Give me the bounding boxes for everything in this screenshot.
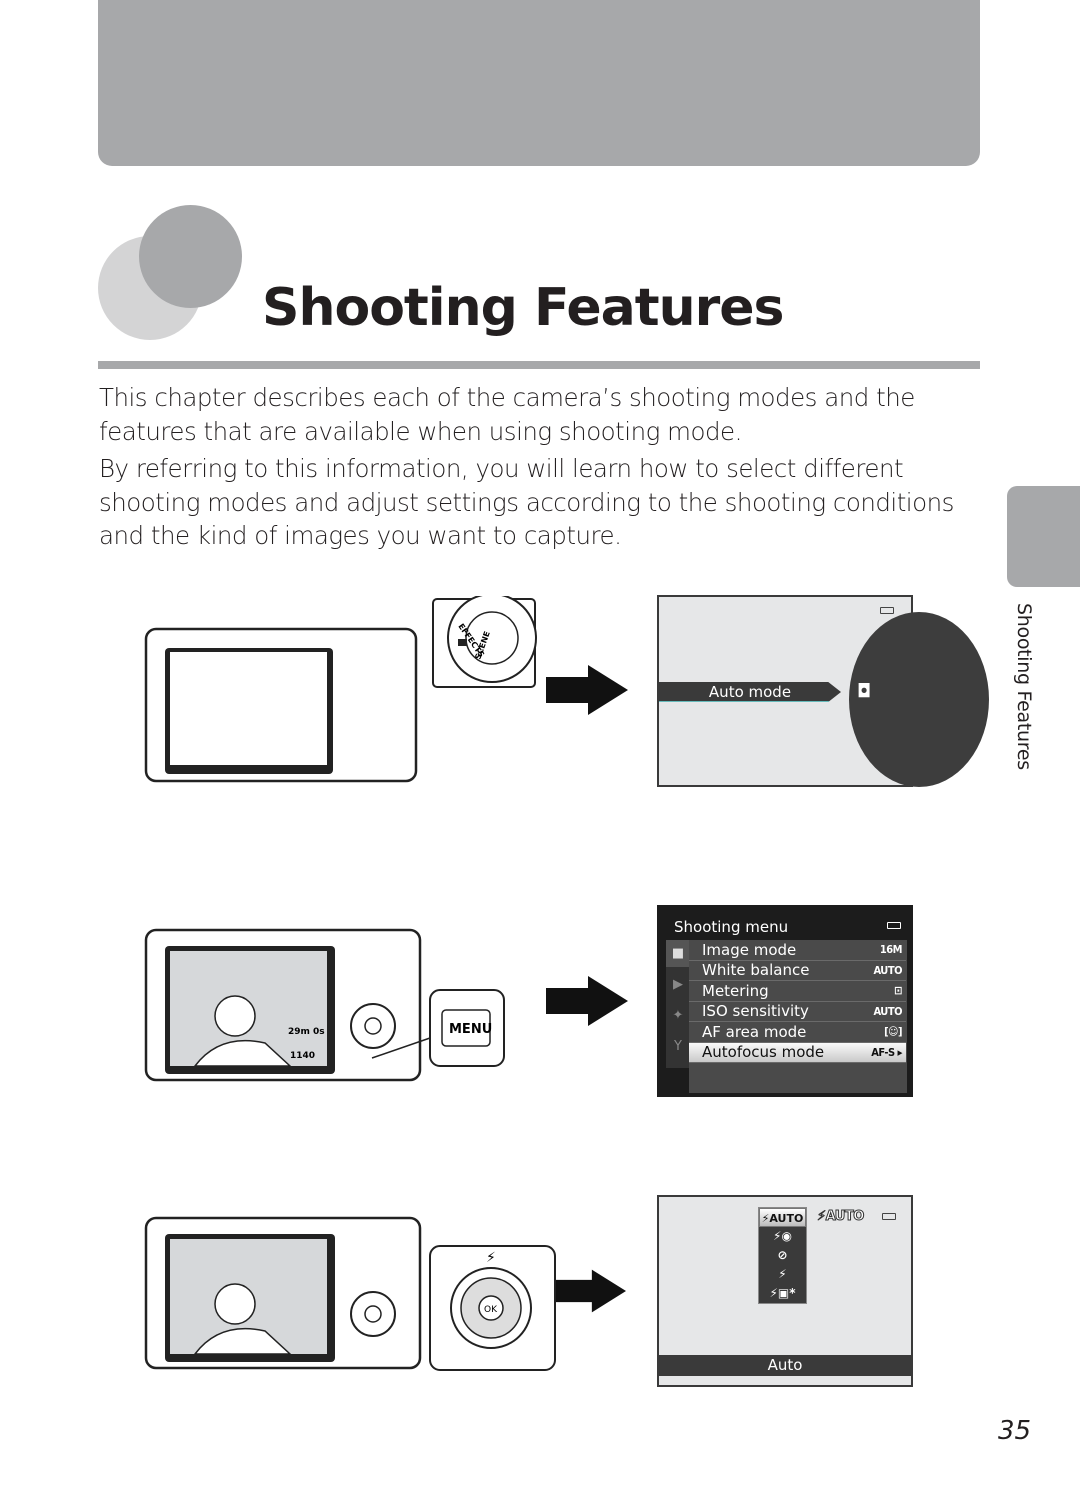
menu-item-af-area-mode[interactable]: AF area mode [☺] bbox=[689, 1022, 906, 1043]
menu-item-image-mode[interactable]: Image mode 16M bbox=[689, 940, 906, 961]
decorative-circle-dark bbox=[139, 205, 242, 308]
menu-item-metering[interactable]: Metering ⊡ bbox=[689, 981, 906, 1002]
movie-tab-icon[interactable]: ▶ bbox=[666, 971, 690, 998]
flash-off-option[interactable]: ⊘ bbox=[759, 1246, 806, 1265]
flash-auto-option[interactable]: ⚡AUTO bbox=[759, 1208, 806, 1227]
satellite-tab-icon[interactable]: ✦ bbox=[666, 1002, 690, 1029]
battery-icon bbox=[887, 922, 901, 929]
camera-back-illustration-1: EFFECTS SCENE bbox=[144, 596, 537, 783]
menu-tabs: ■ ▶ ✦ Y bbox=[666, 940, 690, 1068]
camera-back-illustration-2: 29m 0s 1140 MENU bbox=[144, 928, 505, 1082]
battery-icon bbox=[880, 607, 894, 614]
flash-mode-label-bar: Auto bbox=[659, 1355, 911, 1376]
svg-text:OK: OK bbox=[484, 1305, 498, 1315]
mode-dial-callout: EFFECTS SCENE bbox=[432, 596, 537, 688]
side-chapter-label: Shooting Features bbox=[1013, 603, 1035, 770]
camera-tab-icon[interactable]: ■ bbox=[666, 940, 690, 967]
title-rule bbox=[98, 361, 980, 369]
menu-list: Image mode 16M White balance AUTO Metering… bbox=[689, 940, 907, 1093]
battery-icon bbox=[882, 1213, 896, 1220]
mode-select-screen: Auto mode ◘ bbox=[657, 595, 989, 787]
wrench-tab-icon[interactable]: Y bbox=[666, 1033, 690, 1060]
shooting-menu-screen: Shooting menu ■ ▶ ✦ Y Image mode 16M Whit… bbox=[657, 905, 913, 1097]
page-title: Shooting Features bbox=[262, 278, 784, 338]
intro-paragraph-2: By referring to this information, you wi… bbox=[99, 454, 954, 550]
menu-item-white-balance[interactable]: White balance AUTO bbox=[689, 961, 906, 981]
svg-text:29m 0s: 29m 0s bbox=[288, 1027, 325, 1037]
intro-paragraph: This chapter describes each of the camer… bbox=[99, 383, 915, 446]
svg-text:⚡: ⚡ bbox=[486, 1250, 496, 1266]
menu-item-autofocus-mode[interactable]: Autofocus mode AF-S ▸ bbox=[689, 1042, 906, 1063]
menu-button-label: MENU bbox=[449, 1022, 492, 1037]
svg-text:1140: 1140 bbox=[290, 1051, 315, 1061]
page-number: 35 bbox=[998, 1416, 1032, 1446]
arrow-right-icon bbox=[556, 1269, 626, 1313]
menu-title: Shooting menu bbox=[674, 918, 789, 936]
flash-mode-screen: ⚡AUTO ⚡◉ ⊘ ⚡ ⚡▣* ⚡AUTO Auto bbox=[657, 1195, 913, 1387]
chapter-header-band bbox=[98, 0, 980, 166]
chapter-tab bbox=[1007, 486, 1080, 587]
arrow-right-icon bbox=[546, 665, 628, 715]
fill-flash-option[interactable]: ⚡ bbox=[759, 1265, 806, 1284]
mode-label-banner: Auto mode bbox=[659, 682, 841, 702]
menu-item-iso-sensitivity[interactable]: ISO sensitivity AUTO bbox=[689, 1002, 906, 1022]
camera-back-illustration-3: OK ⚡ bbox=[144, 1216, 556, 1371]
flash-red-eye-option[interactable]: ⚡◉ bbox=[759, 1227, 806, 1246]
slow-sync-option[interactable]: ⚡▣* bbox=[759, 1284, 806, 1303]
flash-mode-menu: ⚡AUTO ⚡◉ ⊘ ⚡ ⚡▣* bbox=[758, 1207, 807, 1304]
current-flash-mode: ⚡AUTO bbox=[817, 1209, 865, 1225]
camera-icon: ◘ bbox=[857, 681, 872, 702]
arrow-right-icon bbox=[546, 976, 628, 1026]
